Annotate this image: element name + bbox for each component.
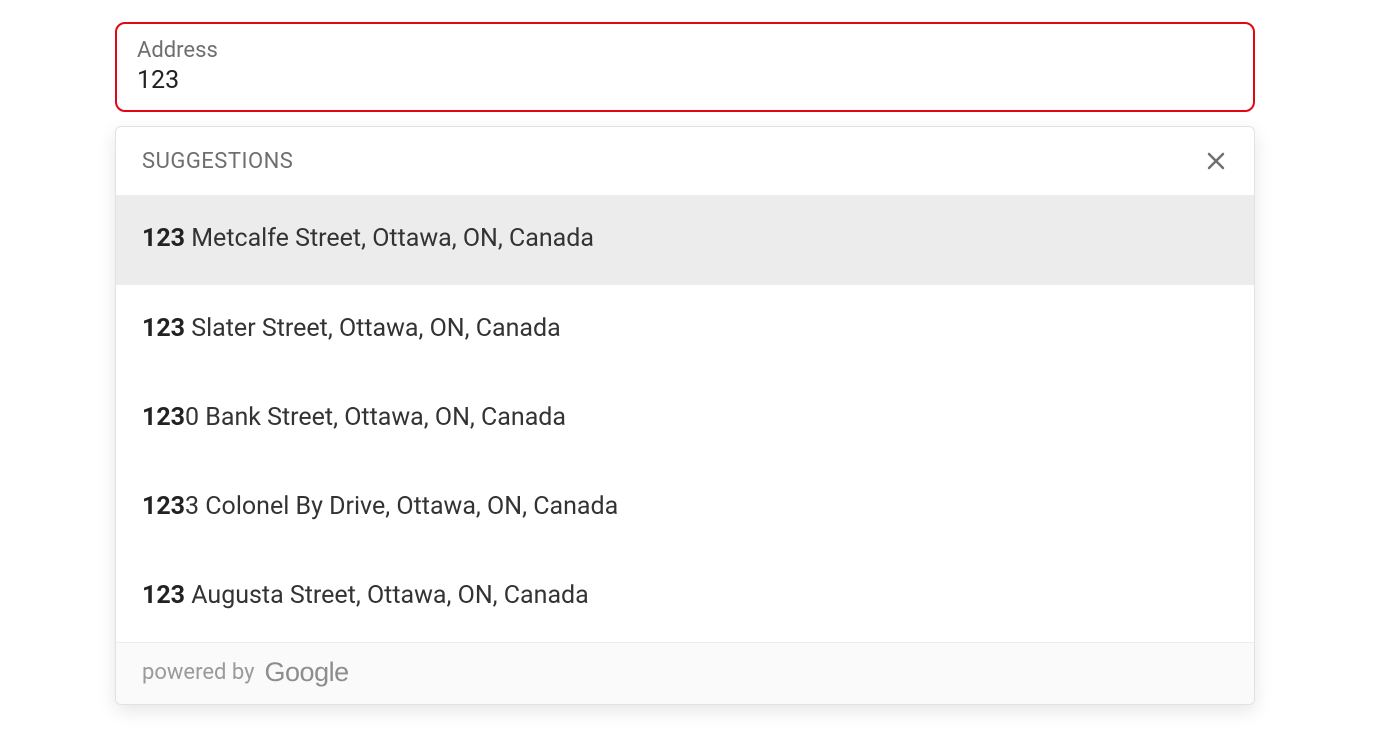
suggestion-match: 123 <box>142 492 185 521</box>
suggestion-item[interactable]: 123 Metcalfe Street, Ottawa, ON, Canada <box>116 195 1254 284</box>
autocomplete-container: Address SUGGESTIONS 123 Metcalfe Street,… <box>115 22 1255 705</box>
suggestion-match: 123 <box>142 581 185 610</box>
suggestions-panel: SUGGESTIONS 123 Metcalfe Street, Ottawa,… <box>115 126 1255 704</box>
close-button[interactable] <box>1200 145 1232 177</box>
suggestion-item[interactable]: 1230 Bank Street, Ottawa, ON, Canada <box>116 374 1254 463</box>
suggestion-item[interactable]: 123 Augusta Street, Ottawa, ON, Canada <box>116 552 1254 641</box>
suggestion-rest: Slater Street, Ottawa, ON, Canada <box>185 314 561 343</box>
powered-by-text: powered by <box>142 660 255 685</box>
address-label: Address <box>137 38 1233 64</box>
suggestion-list: 123 Metcalfe Street, Ottawa, ON, Canada1… <box>116 195 1254 641</box>
suggestion-match: 123 <box>142 224 185 253</box>
address-input[interactable] <box>137 66 1233 96</box>
suggestion-match: 123 <box>142 403 185 432</box>
suggestion-item[interactable]: 123 Slater Street, Ottawa, ON, Canada <box>116 285 1254 374</box>
suggestion-match: 123 <box>142 314 185 343</box>
suggestion-rest: 0 Bank Street, Ottawa, ON, Canada <box>185 403 566 432</box>
address-field[interactable]: Address <box>115 22 1255 112</box>
close-icon <box>1204 149 1228 173</box>
google-logo: Google <box>265 659 349 686</box>
suggestion-rest: Metcalfe Street, Ottawa, ON, Canada <box>185 224 594 253</box>
suggestion-rest: 3 Colonel By Drive, Ottawa, ON, Canada <box>185 492 618 521</box>
powered-by-row: powered by Google <box>116 642 1254 704</box>
suggestions-title: SUGGESTIONS <box>142 149 293 174</box>
suggestion-rest: Augusta Street, Ottawa, ON, Canada <box>185 581 589 610</box>
suggestion-item[interactable]: 1233 Colonel By Drive, Ottawa, ON, Canad… <box>116 463 1254 552</box>
suggestions-header: SUGGESTIONS <box>116 127 1254 195</box>
